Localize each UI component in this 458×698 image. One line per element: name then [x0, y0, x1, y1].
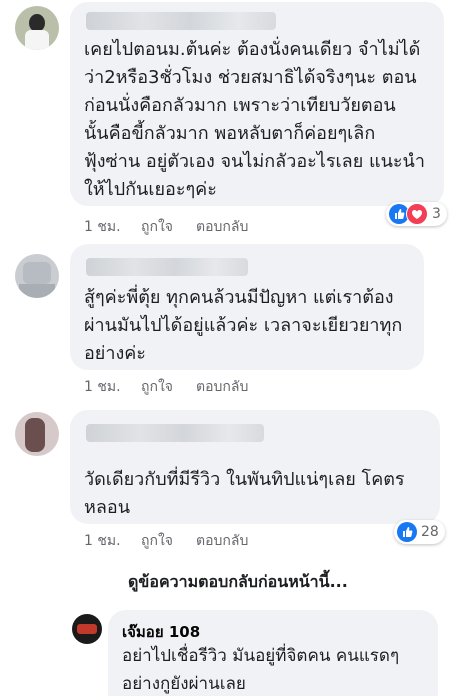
comment-bubble: วัดเดียวกับที่มีรีวิว ในพันทิปแน่ๆเลย โค…	[70, 410, 440, 524]
like-button[interactable]: ถูกใจ	[141, 376, 173, 398]
like-icon	[397, 522, 417, 542]
comment-line: ว่า2หรือ3ชั่วโมง ช่วยสมาธิได้จริงๆนะ ตอน	[84, 67, 417, 88]
reply-button[interactable]: ตอบกลับ	[196, 216, 248, 238]
commenter-name[interactable]	[86, 12, 276, 30]
love-icon	[406, 203, 428, 225]
comment-line: ฟุ้งซ่าน อยู่ตัวเอง จนไม่กลัวอะไรเลย แนะ…	[84, 151, 425, 172]
reply-bubble: เจ๊มอย 108 อย่าไปเชื่อรีวิว มันอยู่ที่จิ…	[108, 610, 438, 696]
comment-line: ก่อนนั่งคือกลัวมาก เพราะว่าเทียบวัยตอน	[84, 95, 396, 116]
comment-time[interactable]: 1 ชม.	[84, 530, 121, 552]
view-previous-replies-link[interactable]: ดูข้อความตอบกลับก่อนหน้านี้...	[128, 570, 348, 595]
reply-avatar[interactable]	[72, 614, 102, 644]
comment-line: วัดเดียวกับที่มีรีวิว ในพันทิปแน่ๆเลย โค…	[84, 469, 405, 490]
commenter-avatar[interactable]	[15, 6, 59, 50]
reaction-summary[interactable]: 28	[394, 520, 445, 544]
comment-line: อย่างค่ะ	[84, 343, 146, 364]
reply-line: อย่าไปเชื่อรีวิว มันอยู่ที่จิตคน คนแรดๆ	[122, 646, 400, 666]
comment-line: หลอน	[84, 497, 131, 518]
reply-button[interactable]: ตอบกลับ	[196, 376, 248, 398]
comment-line: ผ่านมันไปได้อยู่แล้วค่ะ เวลาจะเยียวยาทุก	[84, 315, 403, 336]
comment-bubble: เคยไปตอนม.ต้นค่ะ ต้องนั่งคนเดียว จำไม่ได…	[70, 2, 444, 206]
commenter-name[interactable]	[86, 424, 264, 442]
reply-author-name[interactable]: เจ๊มอย 108	[122, 620, 200, 644]
commenter-avatar[interactable]	[15, 254, 59, 298]
reaction-summary[interactable]: 3	[386, 202, 447, 226]
commenter-avatar[interactable]	[15, 412, 59, 456]
like-button[interactable]: ถูกใจ	[141, 216, 173, 238]
comment-line: นั้นคือขี้กลัวมาก พอหลับตาก็ค่อยๆเลิก	[84, 123, 376, 144]
comment-bubble: สู้ๆค่ะพี่ตุ้ย ทุกคนล้วนมีปัญหา แต่เราต้…	[70, 244, 424, 370]
comment-line: เคยไปตอนม.ต้นค่ะ ต้องนั่งคนเดียว จำไม่ได…	[84, 39, 421, 60]
like-button[interactable]: ถูกใจ	[141, 530, 173, 552]
reaction-count: 28	[421, 524, 439, 540]
reply-button[interactable]: ตอบกลับ	[196, 530, 248, 552]
comment-line: สู้ๆค่ะพี่ตุ้ย ทุกคนล้วนมีปัญหา แต่เราต้…	[84, 287, 394, 308]
reaction-count: 3	[432, 206, 441, 222]
commenter-name[interactable]	[86, 258, 248, 276]
comment-time[interactable]: 1 ชม.	[84, 216, 121, 238]
comment-time[interactable]: 1 ชม.	[84, 376, 121, 398]
comment-line: ให้ไปกันเยอะๆค่ะ	[84, 179, 217, 200]
reply-line: อย่างกูยังผ่านเลย	[122, 674, 246, 694]
